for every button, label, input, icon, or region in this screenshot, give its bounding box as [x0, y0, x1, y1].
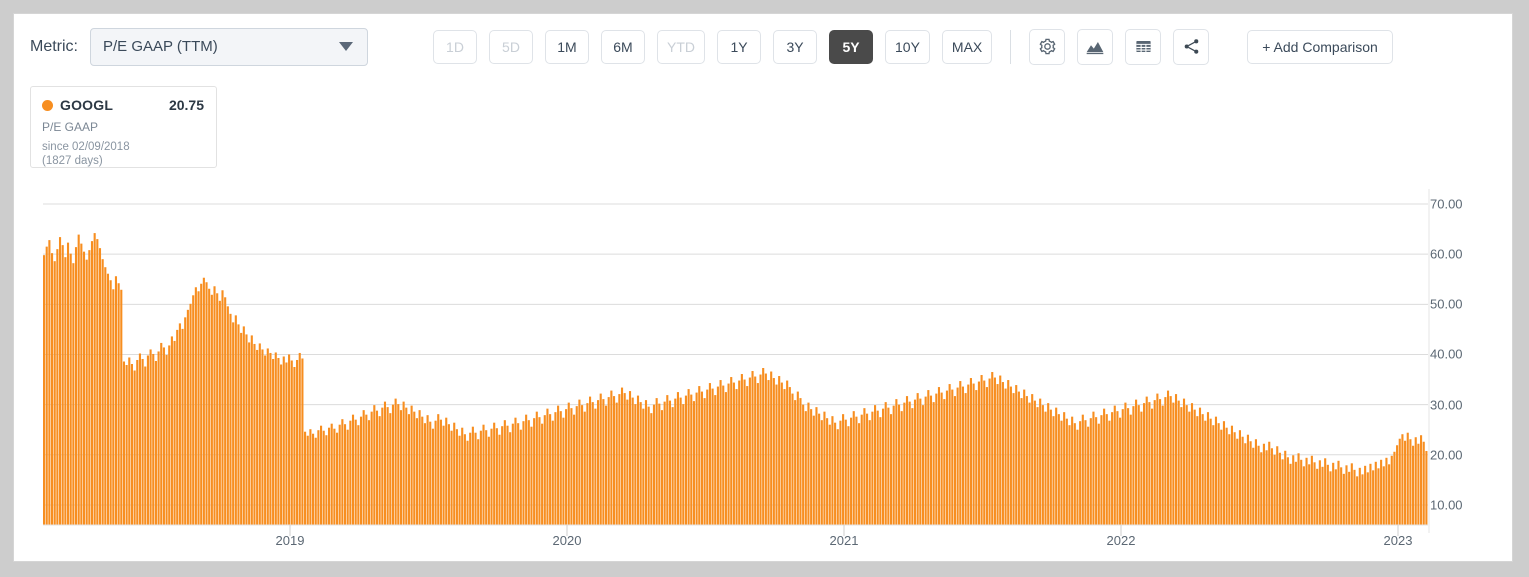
x-axis-tick: 2021 — [829, 533, 859, 548]
x-axis-tick: 2020 — [552, 533, 582, 548]
y-axis-tick: 40.00 — [1430, 346, 1463, 362]
chart-card: Metric: P/E GAAP (TTM) 1D 5D 1M 6M YTD 1Y 3Y 5Y… — [13, 13, 1513, 562]
y-axis-tick: 10.00 — [1430, 497, 1463, 513]
chart-svg — [43, 189, 1430, 536]
y-axis-tick: 20.00 — [1430, 447, 1463, 463]
x-axis-tick: 2023 — [1383, 533, 1413, 548]
y-axis-tick: 60.00 — [1430, 246, 1463, 262]
x-axis-tick: 2019 — [275, 533, 305, 548]
x-axis-tick: 2022 — [1106, 533, 1136, 548]
y-axis-tick: 50.00 — [1430, 296, 1463, 312]
chart-plot-area[interactable]: 70.00 60.00 50.00 40.00 30.00 20.00 10.00 2019… — [14, 14, 1514, 563]
y-axis-tick: 30.00 — [1430, 397, 1463, 413]
y-axis-tick: 70.00 — [1430, 196, 1463, 212]
